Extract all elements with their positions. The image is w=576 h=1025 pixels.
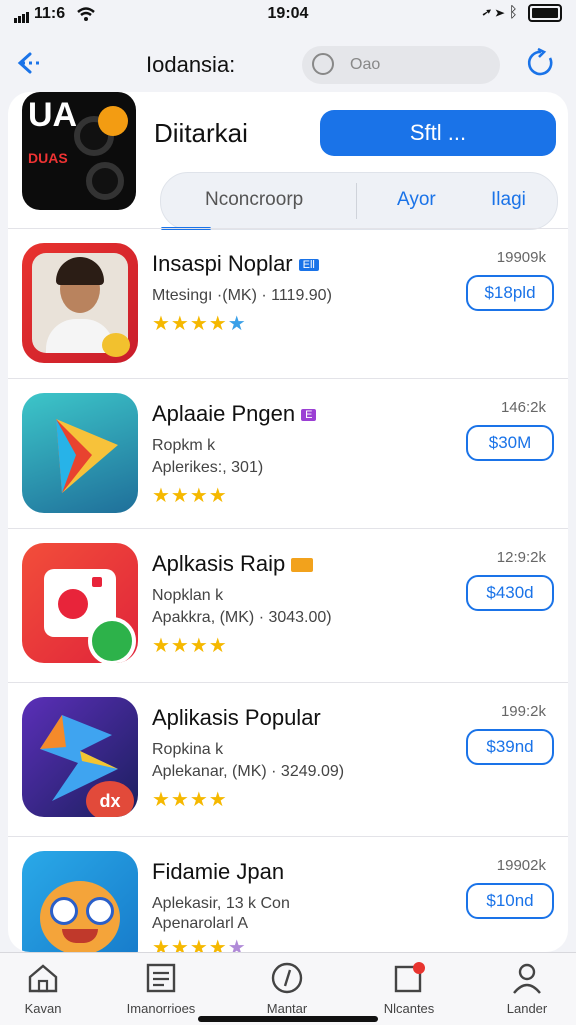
camera-lens-icon xyxy=(86,162,124,200)
page-title: Iodansia: xyxy=(146,52,236,77)
app-badge: Ell xyxy=(298,259,319,272)
compass-icon xyxy=(271,962,303,994)
app-badge: E xyxy=(301,409,317,422)
tab-2[interactable]: Ilagi xyxy=(491,189,526,211)
bottom-tab-bar: Kavan Imanorrioes Mantar Nlcantes Lander xyxy=(0,952,576,1025)
tabbar-label: Nlcantes xyxy=(383,1001,435,1016)
list-item[interactable]: Insaspi Noplar Ell Mtesingı ·(MK) · 1119.… xyxy=(8,228,568,379)
status-bar: 11:6 19:04 ➚ ➤ ᛒ xyxy=(0,0,576,30)
app-name: Aplaaie Pngen E xyxy=(152,401,317,427)
app-name-text: Aplkasis Raip xyxy=(152,551,286,576)
tabbar-label: Lander xyxy=(506,1001,548,1016)
bolt-app-icon: dx xyxy=(22,697,138,817)
featured-app-name: Diitarkai xyxy=(154,118,248,148)
tabbar-item-notifications[interactable]: Nlcantes xyxy=(354,961,464,1016)
battery-icon xyxy=(528,4,562,23)
tab-0[interactable]: Nconcroorp xyxy=(205,189,303,211)
featured-app-icon[interactable]: UA DUAS xyxy=(22,92,136,210)
search-placeholder: Oao xyxy=(350,56,381,73)
app-size: 12:9:2k xyxy=(496,549,546,566)
tabbar-item-profile[interactable]: Lander xyxy=(472,961,576,1016)
tabbar-item-home[interactable]: Kavan xyxy=(0,961,98,1016)
featured-icon-text: UA xyxy=(28,96,78,134)
app-meta: Ropkm k xyxy=(152,437,216,454)
tabbar-label: Mantar xyxy=(266,1001,308,1016)
search-icon xyxy=(312,53,334,75)
app-badge xyxy=(291,558,314,573)
home-indicator xyxy=(198,1016,378,1022)
price-button[interactable]: $30M xyxy=(466,425,554,461)
app-meta-2: Aplerikes:, 301) xyxy=(152,459,264,476)
refresh-share-icon xyxy=(527,47,553,76)
app-size: 19909k xyxy=(496,249,546,266)
tabbar-label: Imanorrioes xyxy=(126,1001,196,1016)
share-button[interactable] xyxy=(524,46,558,80)
record-app-icon xyxy=(22,543,138,663)
app-meta-2: Apenarolarl A xyxy=(152,915,249,932)
app-name: Aplkasis Raip xyxy=(152,551,314,577)
tabbar-label: Kavan xyxy=(24,1001,62,1016)
half-star-icon: ★ xyxy=(227,937,247,952)
price-button[interactable]: $10nd xyxy=(466,883,554,919)
tab-1[interactable]: Ayor xyxy=(397,189,436,211)
price-button[interactable]: $430d xyxy=(466,575,554,611)
app-meta-2: Apakkra, (MK) · 3043.00) xyxy=(152,609,332,626)
price-button[interactable]: $18pld xyxy=(466,275,554,311)
star-rating: ★★★★★ xyxy=(152,311,247,336)
app-list-card: UA DUAS Diitarkai Sftl ... Nconcroorp Ay… xyxy=(8,92,568,952)
app-name: Insaspi Noplar Ell xyxy=(152,251,319,277)
app-name: Aplikasis Popular xyxy=(152,705,321,730)
segment-tabs: Nconcroorp Ayor Ilagi xyxy=(160,172,558,230)
portrait-app-icon xyxy=(22,243,138,363)
tabbar-item-list[interactable]: Imanorrioes xyxy=(106,961,216,1016)
triangle-play-icon xyxy=(56,419,118,493)
list-icon xyxy=(146,963,176,993)
featured-get-button[interactable]: Sftl ... xyxy=(320,110,556,156)
app-meta: Nopklan k xyxy=(152,587,224,604)
search-field[interactable]: Oao xyxy=(302,46,500,84)
nav-bar: Iodansia: Oao xyxy=(0,40,576,92)
app-name-text: Aplaaie Pngen xyxy=(152,401,296,426)
status-right: ➚ ➤ ᛒ xyxy=(482,4,562,23)
back-button[interactable] xyxy=(14,46,48,86)
rating-stars: ★★★★ xyxy=(152,313,228,335)
dx-badge-icon: dx xyxy=(86,781,134,817)
app-meta-2: Aplekanar, (MK) · 3249.09) xyxy=(152,763,345,780)
list-item[interactable]: Aplaaie Pngen E Ropkm k Aplerikes:, 301) … xyxy=(8,378,568,529)
person-icon xyxy=(513,963,541,994)
app-meta: Ropkina k xyxy=(152,741,224,758)
notification-box-icon xyxy=(394,962,425,993)
mascot-app-icon xyxy=(22,851,138,952)
star-rating: ★★★★ xyxy=(152,485,228,507)
play-triangle-app-icon xyxy=(22,393,138,513)
list-item[interactable]: Fidamie Jpan Aplekasir, 13 k Con Apenaro… xyxy=(8,836,568,952)
back-arrow-icon xyxy=(17,52,42,74)
star-rating: ★★★★★ xyxy=(152,935,247,952)
app-size: 199:2k xyxy=(500,703,546,720)
app-size: 19902k xyxy=(496,857,546,874)
tab-divider xyxy=(356,183,357,219)
tabbar-item-compass[interactable]: Mantar xyxy=(232,961,342,1016)
navigation-icon: ➤ xyxy=(495,4,505,21)
app-name: Fidamie Jpan xyxy=(152,859,285,884)
app-meta: Aplekasir, 13 k Con xyxy=(152,895,290,912)
orange-ring-icon xyxy=(98,106,128,136)
rating-stars: ★★★★ xyxy=(152,937,228,952)
star-rating: ★★★★ xyxy=(152,789,228,811)
list-item[interactable]: Aplkasis Raip Nopklan k Apakkra, (MK) · … xyxy=(8,528,568,679)
location-icon: ➚ xyxy=(482,4,492,21)
featured-icon-subtext: DUAS xyxy=(28,150,68,166)
app-size: 146:2k xyxy=(500,399,546,416)
house-icon xyxy=(28,964,58,993)
half-star-icon: ★ xyxy=(227,313,247,335)
app-meta: Mtesingı ·(MK) · 1119.90) xyxy=(152,287,332,304)
app-name-text: Insaspi Noplar xyxy=(152,251,293,276)
price-button[interactable]: $39nd xyxy=(466,729,554,765)
bluetooth-icon: ᛒ xyxy=(508,4,518,21)
star-rating: ★★★★ xyxy=(152,635,228,657)
list-item[interactable]: dx Aplikasis Popular Ropkina k Aplekanar… xyxy=(8,682,568,833)
